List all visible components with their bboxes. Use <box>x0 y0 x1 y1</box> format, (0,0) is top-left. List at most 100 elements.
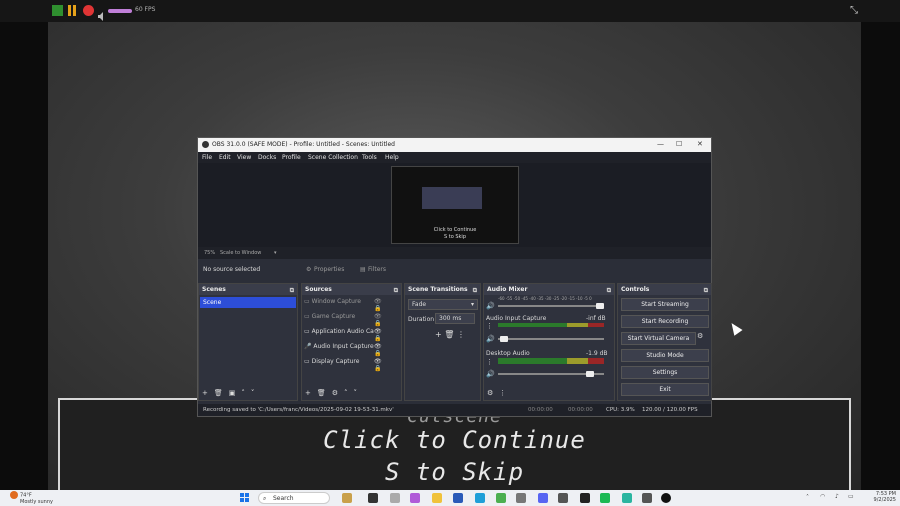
channel-db: -inf dB <box>586 315 606 322</box>
add-icon[interactable]: + <box>305 389 311 397</box>
start-streaming-button[interactable]: Start Streaming <box>621 298 709 311</box>
undock-icon[interactable]: ⧉ <box>394 285 398 296</box>
source-item[interactable]: ▭ Application Audio Ca 👁 🔒 <box>304 328 382 342</box>
zoom-value: 75% <box>204 250 216 256</box>
trash-icon[interactable]: 🗑 <box>317 389 326 397</box>
clock[interactable]: 7:53 PM 9/2/2025 <box>874 491 896 503</box>
source-item[interactable]: ▭ Window Capture 👁 🔒 <box>304 298 382 312</box>
stop-icon[interactable] <box>83 5 94 16</box>
close-icon[interactable]: ✕ <box>697 140 703 148</box>
app-icon[interactable] <box>410 493 420 503</box>
trash-icon[interactable]: 🗑 <box>214 389 223 397</box>
gear-icon[interactable]: ⚙ <box>697 332 703 340</box>
app-icon[interactable] <box>642 493 652 503</box>
volume-slider[interactable] <box>498 336 604 342</box>
filter-icon[interactable]: ▣ <box>229 389 236 397</box>
green-flag-icon[interactable] <box>52 5 63 16</box>
volume-slider[interactable] <box>108 9 132 13</box>
chevron-up-icon[interactable]: ˄ <box>806 494 809 501</box>
trash-icon[interactable]: 🗑 <box>444 330 454 339</box>
undock-icon[interactable]: ⧉ <box>473 285 477 296</box>
battery-icon[interactable]: ▭ <box>848 493 854 500</box>
studio-mode-button[interactable]: Studio Mode <box>621 349 709 362</box>
kebab-menu-icon[interactable]: ⋮ <box>457 330 465 339</box>
preview-canvas[interactable]: Click to Continue S to Skip <box>198 163 711 247</box>
gear-icon[interactable]: ⚙ <box>332 389 338 397</box>
weather-icon <box>10 491 18 499</box>
menubar: File Edit View Docks Profile Scene Colle… <box>198 152 711 163</box>
app-icon[interactable] <box>342 493 352 503</box>
source-item[interactable]: ▭ Game Capture 👁 🔒 <box>304 313 382 327</box>
channel-db: -1.9 dB <box>586 350 608 357</box>
preview-mini-window <box>422 187 482 209</box>
pause-icon[interactable] <box>67 5 78 16</box>
gear-icon[interactable]: ⚙ <box>487 389 493 397</box>
source-item[interactable]: ▭ Display Capture 👁 🔒 <box>304 358 382 372</box>
obs-titlebar[interactable]: OBS 31.0.0 (SAFE MODE) - Profile: Untitl… <box>198 138 711 152</box>
menu-scene-collection[interactable]: Scene Collection <box>308 154 358 161</box>
master-volume-slider[interactable] <box>498 303 604 309</box>
file-explorer-icon[interactable] <box>432 493 442 503</box>
mixer-title: Audio Mixer <box>487 286 528 293</box>
app-icon[interactable] <box>390 493 400 503</box>
wifi-icon[interactable]: ◠ <box>820 493 825 500</box>
discord-icon[interactable] <box>538 493 548 503</box>
undock-icon[interactable]: ⧉ <box>704 285 708 296</box>
undock-icon[interactable]: ⧉ <box>607 285 611 296</box>
menu-profile[interactable]: Profile <box>282 154 301 161</box>
menu-edit[interactable]: Edit <box>219 154 231 161</box>
scale-mode-dropdown[interactable]: Scale to Window <box>220 250 261 256</box>
fullscreen-exit-icon[interactable]: ⤡ <box>850 5 858 16</box>
start-recording-button[interactable]: Start Recording <box>621 315 709 328</box>
obs-taskbar-icon[interactable] <box>661 493 671 503</box>
kebab-menu-icon[interactable]: ⋮ <box>499 389 506 397</box>
chrome-icon[interactable] <box>496 493 506 503</box>
up-arrow-icon[interactable]: ˄ <box>241 389 245 397</box>
settings-button[interactable]: Settings <box>621 366 709 379</box>
add-icon[interactable]: + <box>435 330 442 339</box>
menu-tools[interactable]: Tools <box>362 154 377 161</box>
terminal-icon[interactable] <box>580 493 590 503</box>
app-icon[interactable] <box>558 493 568 503</box>
properties-button[interactable]: Properties <box>314 266 344 273</box>
chevron-down-icon[interactable]: ▾ <box>274 250 277 256</box>
minimize-icon[interactable]: — <box>657 140 664 148</box>
up-arrow-icon[interactable]: ˄ <box>344 389 348 397</box>
kebab-menu-icon[interactable]: ⋮ <box>486 358 493 366</box>
undock-icon[interactable]: ⧉ <box>290 285 294 296</box>
add-icon[interactable]: + <box>202 389 208 397</box>
edge-icon[interactable] <box>475 493 485 503</box>
level-meter <box>498 323 604 327</box>
duration-stepper[interactable]: 300 ms <box>435 313 475 324</box>
app-icon[interactable] <box>453 493 463 503</box>
weather-widget[interactable]: 74°F Mostly sunny <box>10 491 53 505</box>
transition-select[interactable]: Fade ▾ <box>408 299 478 310</box>
speaker-icon[interactable]: 🔊 <box>486 335 495 343</box>
exit-button[interactable]: Exit <box>621 383 709 396</box>
speaker-icon[interactable]: 🔊 <box>486 302 495 310</box>
menu-help[interactable]: Help <box>385 154 399 161</box>
source-item[interactable]: 🎤 Audio Input Capture 👁 🔒 <box>304 343 382 357</box>
obs-logo-icon <box>202 141 209 148</box>
maximize-icon[interactable]: ☐ <box>676 140 682 148</box>
scene-item[interactable]: Scene <box>200 297 296 308</box>
menu-docks[interactable]: Docks <box>258 154 276 161</box>
search-icon: ⌕ <box>263 495 267 502</box>
app-icon[interactable] <box>622 493 632 503</box>
menu-view[interactable]: View <box>237 154 251 161</box>
menu-file[interactable]: File <box>202 154 212 161</box>
settings-icon[interactable] <box>516 493 526 503</box>
app-icon[interactable] <box>368 493 378 503</box>
kebab-menu-icon[interactable]: ⋮ <box>486 322 493 330</box>
sources-footer: + 🗑 ⚙ ˄ ˅ <box>305 389 363 397</box>
filters-button[interactable]: Filters <box>368 266 386 273</box>
down-arrow-icon[interactable]: ˅ <box>251 389 255 397</box>
down-arrow-icon[interactable]: ˅ <box>354 389 358 397</box>
windows-start-icon[interactable] <box>240 493 250 503</box>
start-virtual-camera-button[interactable]: Start Virtual Camera <box>621 332 696 345</box>
app-icon[interactable] <box>600 493 610 503</box>
taskbar-search[interactable]: ⌕ Search <box>258 492 330 504</box>
speaker-icon[interactable]: ♪ <box>835 493 839 500</box>
speaker-icon[interactable]: 🔊 <box>486 370 495 378</box>
volume-slider[interactable] <box>498 371 604 377</box>
